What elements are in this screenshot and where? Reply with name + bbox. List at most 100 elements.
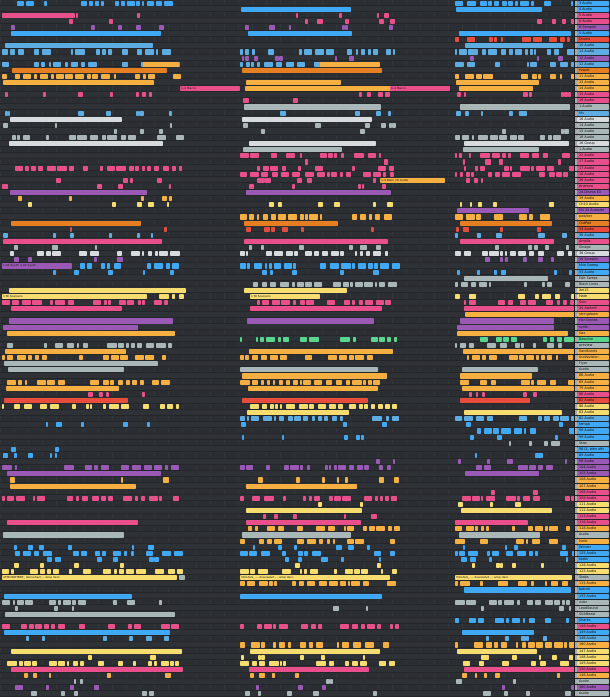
audio-clip[interactable] [267, 379, 271, 385]
audio-clip[interactable] [11, 666, 184, 673]
audio-clip[interactable] [9, 251, 15, 257]
audio-clip[interactable] [332, 538, 336, 544]
audio-clip[interactable] [374, 495, 379, 501]
audio-clip[interactable] [518, 293, 525, 300]
midi-clip[interactable] [73, 269, 79, 275]
midi-clip[interactable] [240, 654, 244, 660]
audio-clip[interactable] [153, 300, 163, 306]
audio-clip[interactable] [486, 416, 494, 422]
audio-clip[interactable] [281, 300, 290, 306]
audio-clip[interactable] [546, 300, 554, 306]
track-name[interactable]: 22 Audio [577, 153, 609, 159]
midi-clip[interactable] [81, 422, 84, 428]
audio-clip[interactable] [242, 373, 388, 379]
audio-clip[interactable] [3, 238, 162, 245]
audio-clip[interactable] [304, 251, 313, 257]
audio-clip[interactable] [274, 581, 278, 587]
midi-clip[interactable] [378, 556, 381, 562]
audio-clip[interactable] [464, 141, 569, 147]
midi-clip[interactable] [298, 245, 304, 251]
audio-clip[interactable] [5, 12, 75, 18]
audio-clip[interactable] [328, 526, 336, 532]
midi-clip[interactable] [98, 391, 104, 397]
audio-clip[interactable] [353, 642, 362, 648]
track-name[interactable]: 8 Sampler [577, 24, 609, 31]
audio-clip[interactable] [127, 0, 136, 6]
audio-clip[interactable] [464, 312, 574, 318]
audio-clip[interactable] [121, 404, 130, 410]
audio-clip[interactable] [246, 483, 358, 489]
audio-clip[interactable] [352, 660, 359, 666]
track-name[interactable]: preview [577, 342, 609, 348]
audio-clip[interactable] [292, 300, 297, 306]
midi-clip[interactable] [122, 422, 129, 428]
audio-clip[interactable] [2, 465, 12, 471]
midi-clip[interactable] [525, 636, 529, 642]
audio-clip[interactable] [461, 135, 470, 141]
audio-clip[interactable] [549, 336, 555, 342]
audio-clip[interactable] [471, 495, 480, 501]
midi-clip[interactable] [295, 673, 300, 679]
audio-clip[interactable] [135, 495, 139, 501]
track-name[interactable]: pad/ber [577, 214, 609, 220]
audio-clip[interactable] [512, 618, 521, 624]
audio-clip[interactable] [286, 251, 293, 257]
track-name[interactable]: fxdbt [577, 556, 609, 562]
audio-clip[interactable] [278, 416, 284, 422]
midi-clip[interactable] [345, 18, 349, 24]
audio-clip[interactable] [532, 342, 536, 348]
audio-clip[interactable] [33, 495, 36, 501]
midi-clip[interactable] [96, 183, 103, 190]
midi-clip[interactable] [568, 605, 572, 611]
audio-clip[interactable] [556, 336, 562, 342]
audio-clip[interactable] [66, 660, 70, 666]
audio-clip[interactable] [300, 642, 307, 648]
audio-clip[interactable] [560, 416, 569, 422]
audio-clip[interactable] [371, 336, 378, 342]
audio-clip[interactable] [385, 495, 389, 501]
audio-clip[interactable] [564, 336, 574, 342]
audio-clip[interactable] [285, 404, 296, 410]
audio-clip[interactable] [5, 349, 126, 355]
midi-clip[interactable] [529, 92, 533, 98]
audio-clip[interactable] [557, 342, 562, 348]
track-name[interactable]: 1 Audio [577, 147, 609, 153]
track-name[interactable]: 36 Audio [577, 177, 609, 183]
audio-clip[interactable] [153, 465, 162, 471]
audio-clip[interactable] [23, 550, 31, 556]
audio-clip[interactable] [269, 281, 276, 287]
midi-clip[interactable] [139, 110, 145, 116]
audio-clip[interactable] [8, 367, 124, 373]
audio-clip[interactable] [455, 61, 465, 67]
audio-clip[interactable] [567, 251, 572, 257]
midi-clip[interactable] [376, 110, 382, 116]
audio-clip[interactable] [279, 281, 289, 287]
audio-clip[interactable] [340, 624, 350, 630]
audio-clip[interactable] [480, 581, 483, 587]
audio-clip[interactable] [293, 379, 299, 385]
audio-clip[interactable] [6, 471, 161, 477]
midi-clip[interactable] [110, 92, 113, 98]
audio-clip[interactable] [136, 0, 141, 6]
audio-clip[interactable] [479, 336, 488, 342]
audio-clip[interactable] [297, 61, 306, 67]
midi-clip[interactable] [500, 269, 507, 275]
audio-clip[interactable] [240, 660, 249, 666]
audio-clip[interactable] [268, 263, 272, 269]
midi-clip[interactable] [466, 177, 470, 183]
audio-clip[interactable] [39, 569, 46, 575]
audio-clip[interactable] [355, 355, 364, 361]
audio-clip[interactable] [270, 404, 275, 410]
audio-clip[interactable] [459, 238, 554, 245]
audio-clip[interactable] [479, 0, 487, 6]
track-name[interactable]: 14 Audio [577, 86, 609, 92]
midi-clip[interactable] [376, 245, 381, 251]
audio-clip[interactable] [463, 306, 574, 312]
audio-clip[interactable] [110, 379, 115, 385]
audio-clip[interactable] [263, 214, 268, 220]
audio-clip[interactable] [4, 593, 133, 599]
midi-clip[interactable] [345, 477, 348, 483]
audio-clip[interactable] [379, 660, 387, 666]
audio-clip[interactable] [273, 642, 276, 648]
audio-clip[interactable] [148, 495, 158, 501]
